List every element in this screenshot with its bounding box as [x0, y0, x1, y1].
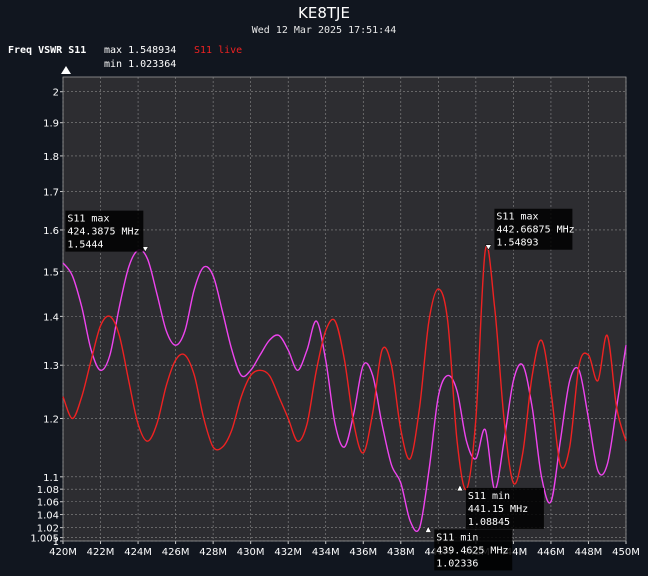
y-tick-label: 2	[53, 88, 59, 99]
y-tick-label: 1.8	[43, 152, 59, 163]
x-tick-label: 428M	[199, 547, 227, 558]
x-tick-label: 424M	[124, 547, 152, 558]
y-tick-label: 1.6	[43, 226, 59, 237]
y-tick-label: 1.06	[37, 498, 59, 509]
x-tick-label: 420M	[49, 547, 77, 558]
live-min-label-line: 441.15 MHz	[468, 504, 528, 515]
stored-max-label-line: S11 max	[67, 214, 109, 225]
y-tick-label: 1.02	[37, 524, 59, 535]
y-tick-label: 1.5	[43, 267, 59, 278]
y-tick-label: 1.3	[43, 361, 59, 372]
x-tick-label: 426M	[162, 547, 190, 558]
live-min-label-line: S11 min	[468, 491, 510, 502]
x-tick-label: 430M	[237, 547, 265, 558]
stored-min-label-line: S11 min	[436, 532, 478, 543]
y-tick-label: 1.2	[43, 414, 59, 425]
stored-max-label-line: 424.3875 MHz	[67, 227, 139, 238]
y-tick-label: 1.7	[43, 188, 59, 199]
x-tick-label: 422M	[87, 547, 115, 558]
x-tick-label: 446M	[537, 547, 565, 558]
live-max-label-line: 1.54893	[496, 238, 538, 249]
y-tick-label: 1.08	[37, 485, 59, 496]
x-tick-label: 436M	[349, 547, 377, 558]
stored-min-label-line: 1.02336	[436, 558, 478, 569]
x-tick-label: 448M	[575, 547, 603, 558]
live-max-label-line: 442.66875 MHz	[496, 225, 574, 236]
live-min-label-line: 1.08845	[468, 517, 510, 528]
vswr-chart: 420M 422M 424M 426M 428M 430M 432M 434M 436M 438M…	[30, 76, 640, 571]
stored-max-label-line: 1.5444	[67, 240, 103, 251]
y-tick-label: 1.005	[30, 534, 59, 545]
y-tick-label: 1.1	[43, 473, 59, 484]
y-tick-label: 1.4	[43, 312, 59, 323]
y-tick-label: 1.9	[43, 119, 59, 130]
x-tick-label: 450M	[612, 547, 640, 558]
x-tick-label: 432M	[274, 547, 302, 558]
plot-area	[63, 77, 626, 541]
stored-min-label-line: 439.4625 MHz	[436, 545, 508, 556]
x-tick-label: 434M	[312, 547, 340, 558]
live-max-label-line: S11 max	[496, 212, 538, 223]
x-tick-label: 438M	[387, 547, 415, 558]
y-tick-label: 1.04	[37, 511, 59, 522]
